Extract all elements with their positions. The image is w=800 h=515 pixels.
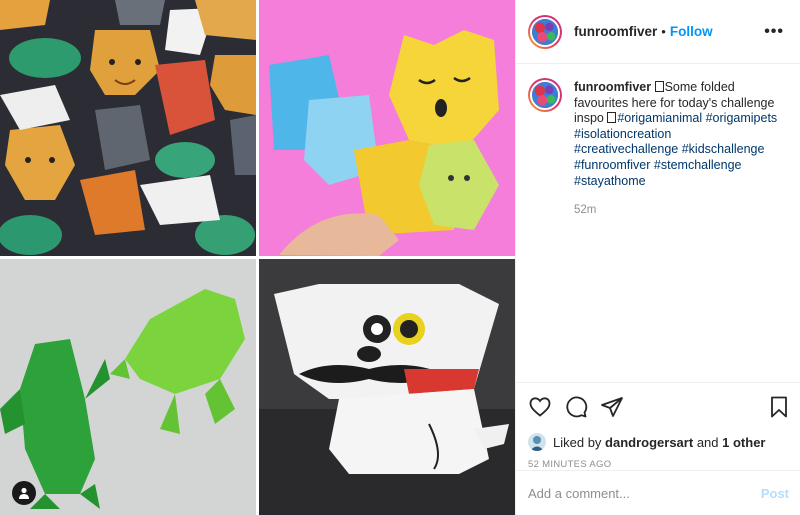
post-comment-button[interactable]: Post xyxy=(761,486,789,501)
hashtag-link[interactable]: #stemchallenge xyxy=(654,158,742,172)
media-tile-origami-bear xyxy=(259,0,515,256)
post-header: funroomfiver • Follow ••• xyxy=(516,0,800,64)
emoji-placeholder-icon xyxy=(607,112,617,124)
header-separator: • xyxy=(661,24,666,39)
heart-icon xyxy=(529,397,551,417)
hashtag-link[interactable]: #funroomfiver xyxy=(574,158,650,172)
avatar-image xyxy=(532,82,558,108)
media-tile-origami-animals xyxy=(0,0,256,256)
follow-button[interactable]: Follow xyxy=(670,24,713,39)
post-media-grid[interactable] xyxy=(0,0,515,515)
likes-prefix: Liked by xyxy=(553,434,602,450)
origami-frogs-image xyxy=(0,259,256,515)
emoji-placeholder-icon xyxy=(654,81,664,92)
caption-username[interactable]: funroomfiver xyxy=(574,80,651,94)
origami-animals-image xyxy=(0,0,256,256)
liker-username[interactable]: dandrogersart xyxy=(605,435,693,450)
media-tile-origami-frogs xyxy=(0,259,256,515)
paper-plane-icon xyxy=(601,397,623,417)
comment-button[interactable] xyxy=(564,395,588,419)
media-tile-origami-pug xyxy=(259,259,515,515)
hashtag-link[interactable]: #isolationcreation xyxy=(574,127,671,141)
turtle-shape xyxy=(155,142,215,178)
turtle-shape xyxy=(0,215,62,255)
origami-pug-image xyxy=(259,259,515,515)
hashtag-link[interactable]: #kidschallenge xyxy=(682,142,765,156)
likes-summary: Liked by dandrogersart and 1 other xyxy=(516,431,800,453)
like-button[interactable] xyxy=(528,395,552,419)
caption-text-block: funroomfiver Some folded favourites here… xyxy=(574,80,784,382)
caption-author-avatar[interactable] xyxy=(528,78,562,112)
save-button[interactable] xyxy=(767,395,791,419)
user-tag-icon xyxy=(19,487,29,499)
hashtag-link[interactable]: #origamianimal xyxy=(617,111,702,125)
liker-avatar[interactable] xyxy=(528,433,546,451)
caption-age: 52m xyxy=(574,204,597,217)
liker-avatar-image xyxy=(528,433,546,451)
post-side-panel: funroomfiver • Follow ••• funroomfiver S… xyxy=(515,0,800,515)
likes-others-link[interactable]: 1 other xyxy=(722,435,765,450)
likes-and: and xyxy=(696,434,719,450)
post-actions-section: Liked by dandrogersart and 1 other 52 mi… xyxy=(516,382,800,481)
comment-bubble-icon xyxy=(566,396,588,418)
bookmark-icon xyxy=(771,396,787,418)
hashtag-link[interactable]: #origamipets xyxy=(706,111,778,125)
origami-bear-image xyxy=(259,0,515,256)
walrus-shape xyxy=(115,0,165,25)
hashtag-link[interactable]: #creativechallenge xyxy=(574,142,678,156)
turtle-shape xyxy=(9,38,81,78)
caption-section: funroomfiver Some folded favourites here… xyxy=(516,64,800,382)
author-username[interactable]: funroomfiver xyxy=(574,24,657,39)
tagged-users-button[interactable] xyxy=(12,481,36,505)
action-bar xyxy=(516,383,800,431)
hashtag-link[interactable]: #stayathome xyxy=(574,174,646,188)
comment-input[interactable] xyxy=(528,485,761,501)
author-avatar[interactable] xyxy=(528,14,562,49)
caption-text: funroomfiver Some folded favourites here… xyxy=(574,80,784,189)
more-options-icon[interactable]: ••• xyxy=(764,23,784,41)
avatar-image xyxy=(532,18,558,45)
share-button[interactable] xyxy=(600,395,624,419)
add-comment-section: Post xyxy=(516,470,800,515)
pug-body-shape xyxy=(329,389,489,474)
